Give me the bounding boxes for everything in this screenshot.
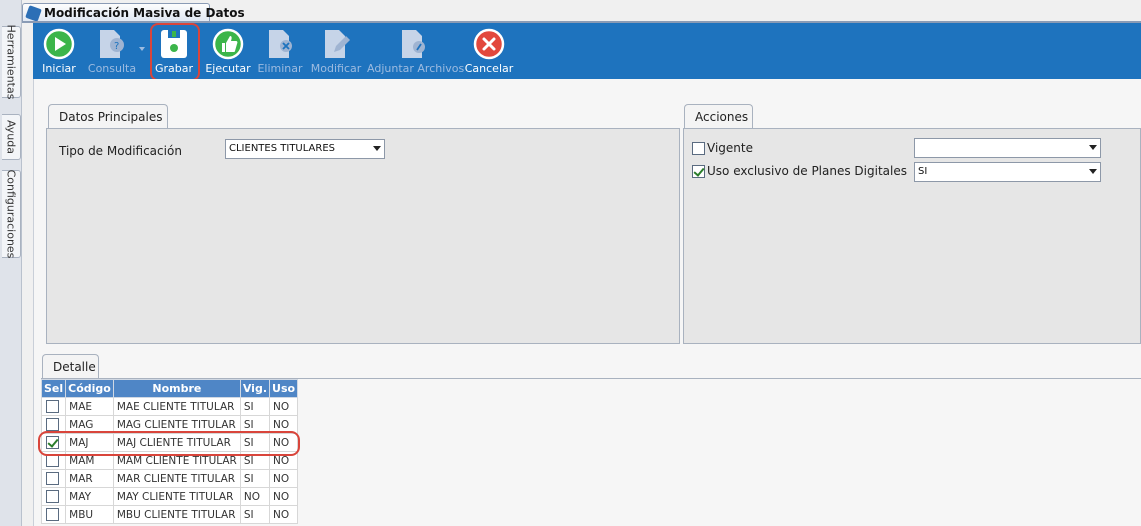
attach-document-icon — [397, 28, 429, 63]
play-icon — [43, 28, 75, 63]
row-checkbox[interactable] — [46, 508, 59, 521]
nombre-cell: MAY CLIENTE TITULAR — [112, 487, 241, 506]
uso-cell: NO — [269, 397, 299, 416]
codigo-cell: MAR — [65, 469, 114, 488]
column-header-sel[interactable]: Sel — [40, 379, 67, 398]
iniciar-button[interactable]: Iniciar — [37, 23, 81, 79]
table-row[interactable]: MAE MAE CLIENTE TITULAR SI NO — [40, 397, 299, 416]
uso-exclusivo-label: Uso exclusivo de Planes Digitales — [707, 164, 907, 178]
tab-detalle[interactable]: Detalle — [42, 354, 99, 379]
tipo-modificacion-label: Tipo de Modificación — [59, 144, 182, 158]
consulta-button[interactable]: ? Consulta — [87, 23, 137, 79]
cancel-icon — [473, 28, 505, 63]
modificar-button[interactable]: Modificar — [309, 23, 363, 79]
thumbs-up-icon — [212, 28, 244, 63]
consulta-dropdown-arrow-icon[interactable] — [139, 47, 145, 51]
uso-exclusivo-select[interactable]: SI — [914, 162, 1101, 182]
uso-exclusivo-value: SI — [918, 166, 928, 177]
app-window: Herramientas Ayuda Configuraciones Modif… — [0, 0, 1141, 526]
edit-document-icon — [320, 28, 352, 63]
window-tab[interactable]: Modificación Masiva de Datos — [22, 3, 245, 22]
uso-cell: NO — [269, 505, 299, 524]
column-header-vig[interactable]: Vig. — [239, 379, 271, 398]
codigo-cell: MBU — [65, 505, 114, 524]
table-header-row: Sel Código Nombre Vig. Uso — [40, 379, 299, 398]
cancelar-button[interactable]: Cancelar — [463, 23, 515, 79]
vig-cell: SI — [239, 469, 271, 488]
app-logo-icon — [25, 5, 42, 22]
row-select-cell[interactable] — [40, 487, 67, 506]
row-select-cell[interactable] — [40, 397, 67, 416]
vigente-select[interactable] — [914, 138, 1101, 158]
tab-acciones[interactable]: Acciones — [684, 104, 753, 129]
grabar-highlight — [150, 23, 200, 81]
delete-document-icon — [264, 28, 296, 63]
selected-row-highlight — [38, 431, 300, 456]
side-tab-herramientas[interactable]: Herramientas — [2, 24, 21, 100]
tab-detalle-label: Detalle — [53, 360, 96, 374]
row-checkbox[interactable] — [46, 490, 59, 503]
column-header-nombre[interactable]: Nombre — [112, 379, 241, 398]
codigo-cell: MAE — [65, 397, 114, 416]
nombre-cell: MBU CLIENTE TITULAR — [112, 505, 241, 524]
eliminar-button[interactable]: Eliminar — [257, 23, 303, 79]
vig-cell: NO — [239, 487, 271, 506]
side-tab-ayuda[interactable]: Ayuda — [2, 114, 21, 160]
vigente-checkbox[interactable] — [692, 142, 705, 155]
consulta-label: Consulta — [87, 62, 137, 75]
nombre-cell: MAR CLIENTE TITULAR — [112, 469, 241, 488]
side-tab-label: Herramientas — [4, 24, 18, 100]
chevron-down-icon — [373, 146, 381, 151]
tab-datos-principales-label: Datos Principales — [59, 110, 163, 124]
datos-principales-panel: Tipo de Modificación CLIENTES TITULARES — [46, 128, 680, 344]
window-title: Modificación Masiva de Datos — [44, 6, 245, 20]
query-document-icon: ? — [95, 28, 129, 63]
adjuntar-archivos-label: Adjuntar Archivos — [367, 62, 465, 75]
uso-cell: NO — [269, 487, 299, 506]
side-tab-configuraciones[interactable]: Configuraciones — [2, 170, 21, 258]
side-tab-strip: Herramientas Ayuda Configuraciones — [0, 0, 22, 526]
eliminar-label: Eliminar — [257, 62, 303, 75]
chevron-down-icon — [1089, 169, 1097, 174]
vigente-label: Vigente — [707, 141, 753, 155]
table-row[interactable]: MAY MAY CLIENTE TITULAR NO NO — [40, 487, 299, 506]
row-checkbox[interactable] — [46, 472, 59, 485]
side-tab-label: Ayuda — [4, 120, 18, 154]
nombre-cell: MAE CLIENTE TITULAR — [112, 397, 241, 416]
vig-cell: SI — [239, 397, 271, 416]
chevron-down-icon — [1089, 145, 1097, 150]
tab-acciones-label: Acciones — [695, 110, 749, 124]
ejecutar-button[interactable]: Ejecutar — [203, 23, 253, 79]
uso-cell: NO — [269, 469, 299, 488]
table-row[interactable]: MAR MAR CLIENTE TITULAR SI NO — [40, 469, 299, 488]
cancelar-label: Cancelar — [464, 62, 514, 75]
svg-text:?: ? — [114, 41, 119, 52]
codigo-cell: MAY — [65, 487, 114, 506]
table-row[interactable]: MBU MBU CLIENTE TITULAR SI NO — [40, 505, 299, 524]
acciones-panel: Vigente Uso exclusivo de Planes Digitale… — [683, 128, 1141, 344]
ejecutar-label: Ejecutar — [205, 62, 251, 75]
column-header-uso[interactable]: Uso — [269, 379, 299, 398]
row-checkbox[interactable] — [46, 400, 59, 413]
iniciar-label: Iniciar — [42, 62, 76, 75]
adjuntar-archivos-button[interactable]: Adjuntar Archivos — [367, 23, 465, 79]
side-tab-label: Configuraciones — [4, 169, 18, 259]
vig-cell: SI — [239, 505, 271, 524]
column-header-codigo[interactable]: Código — [65, 379, 114, 398]
tipo-modificacion-select[interactable]: CLIENTES TITULARES — [225, 139, 385, 159]
tab-datos-principales[interactable]: Datos Principales — [48, 104, 168, 129]
row-select-cell[interactable] — [40, 505, 67, 524]
row-checkbox[interactable] — [46, 418, 59, 431]
uso-exclusivo-checkbox[interactable] — [692, 165, 705, 178]
tipo-modificacion-value: CLIENTES TITULARES — [229, 143, 335, 154]
modificar-label: Modificar — [310, 62, 362, 75]
row-select-cell[interactable] — [40, 469, 67, 488]
